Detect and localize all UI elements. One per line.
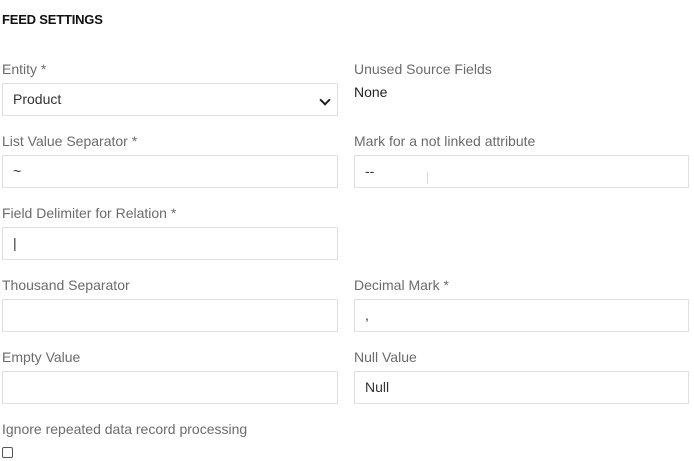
page-title: FEED SETTINGS	[2, 12, 103, 27]
empty-value-label: Empty Value	[2, 349, 81, 365]
entity-select[interactable]: Product	[2, 83, 338, 116]
entity-label: Entity *	[2, 61, 47, 77]
chevron-down-icon	[319, 94, 331, 106]
list-value-separator-label: List Value Separator *	[2, 133, 138, 149]
field-delimiter-relation-input[interactable]: |	[2, 227, 338, 260]
decimal-mark-input[interactable]: ,	[354, 299, 689, 332]
unused-source-fields-label: Unused Source Fields	[354, 61, 492, 77]
ignore-repeated-label: Ignore repeated data record processing	[2, 421, 248, 437]
decimal-mark-label: Decimal Mark *	[354, 277, 449, 293]
ignore-repeated-checkbox[interactable]	[2, 447, 13, 458]
not-linked-mark-label: Mark for a not linked attribute	[354, 133, 536, 149]
text-cursor	[427, 172, 428, 184]
not-linked-mark-input[interactable]: --	[354, 155, 689, 188]
field-delimiter-relation-label: Field Delimiter for Relation *	[2, 205, 177, 221]
null-value-label: Null Value	[354, 349, 417, 365]
entity-select-value: Product	[13, 91, 62, 107]
empty-value-input[interactable]	[2, 371, 338, 404]
null-value-input[interactable]: Null	[354, 371, 689, 404]
list-value-separator-input[interactable]: ~	[2, 155, 338, 188]
thousand-separator-input[interactable]	[2, 299, 338, 332]
thousand-separator-label: Thousand Separator	[2, 277, 130, 293]
unused-source-fields-value: None	[354, 84, 388, 100]
